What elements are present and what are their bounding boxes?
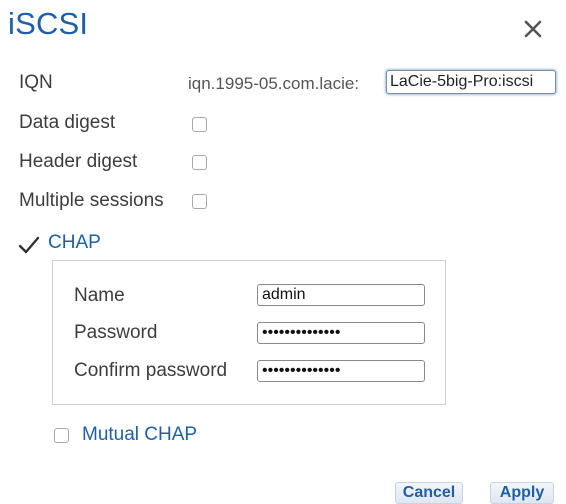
chap-password-input[interactable] — [257, 322, 425, 344]
data-digest-checkbox[interactable] — [192, 117, 207, 132]
multiple-sessions-label: Multiple sessions — [19, 190, 164, 211]
chap-label[interactable]: CHAP — [48, 232, 101, 254]
chap-confirm-password-input[interactable] — [257, 360, 425, 382]
mutual-chap-label[interactable]: Mutual CHAP — [82, 424, 197, 446]
mutual-chap-checkbox[interactable] — [54, 428, 69, 443]
multiple-sessions-checkbox[interactable] — [192, 194, 207, 209]
iqn-input[interactable] — [386, 70, 556, 94]
iqn-prefix: iqn.1995-05.com.lacie: — [188, 74, 360, 93]
dialog-title: iSCSI — [8, 6, 89, 41]
header-digest-checkbox[interactable] — [192, 155, 207, 170]
cancel-button[interactable]: Cancel — [395, 482, 463, 504]
data-digest-label: Data digest — [19, 112, 116, 133]
chap-confirm-password-label: Confirm password — [74, 360, 228, 381]
apply-button[interactable]: Apply — [490, 482, 554, 504]
header-digest-label: Header digest — [19, 151, 138, 172]
chap-password-label: Password — [74, 322, 158, 343]
iqn-label: IQN — [19, 72, 53, 93]
chap-name-label: Name — [74, 285, 125, 306]
close-icon[interactable] — [520, 14, 546, 40]
chap-name-input[interactable] — [257, 284, 425, 306]
chap-checkbox[interactable] — [18, 236, 40, 256]
